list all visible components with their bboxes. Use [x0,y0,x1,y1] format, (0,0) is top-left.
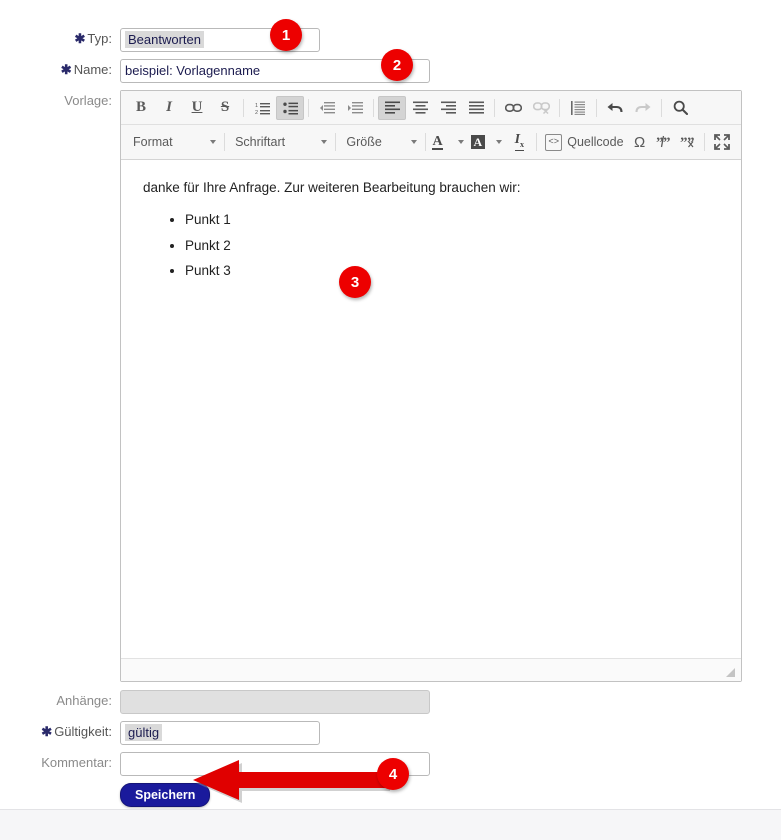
bold-icon[interactable]: B [127,96,155,120]
editor-bullet-list: Punkt 1 Punkt 2 Punkt 3 [143,210,719,281]
list-item: Punkt 2 [185,236,719,256]
gueltigkeit-select[interactable]: gültig [120,721,320,745]
field-row-anhaenge: Anhänge: [0,690,781,714]
callout-badge-1-label: 1 [281,26,291,44]
toolbar-separator [424,133,426,151]
annotation-arrow [193,760,390,803]
toolbar-separator [335,133,337,151]
label-gueltigkeit-text: Gültigkeit: [54,724,112,739]
blockquote-icon[interactable] [564,96,592,120]
chevron-down-icon [457,140,464,144]
rich-text-editor: B I U S 12 Format Schriftart Größe A A I… [120,90,742,682]
editor-toolbar-row-2: Format Schriftart Größe A A Ix <> Quellc… [121,125,741,160]
chevron-down-icon [321,140,328,144]
template-edit-page: ✱ Typ: Beantworten ✱ Name: beispiel: Vorla… [0,0,781,840]
toolbar-separator [536,133,538,151]
label-name-text: Name: [73,62,112,77]
decrease-indent-icon[interactable] [313,96,341,120]
align-right-icon[interactable] [434,96,462,120]
align-justify-icon[interactable] [462,96,490,120]
editor-toolbar-row-1: B I U S 12 [121,91,741,125]
special-character-icon[interactable]: Ω [628,130,652,154]
text-color-icon[interactable]: A [429,131,467,153]
size-dropdown[interactable]: Größe [340,131,420,153]
numbered-list-icon[interactable]: 12 [248,96,276,120]
italic-icon[interactable]: I [155,96,183,120]
underline-icon[interactable]: U [183,96,211,120]
required-marker-typ: ✱ [74,31,86,46]
increase-indent-icon[interactable] [341,96,369,120]
label-vorlage: Vorlage: [64,93,112,108]
label-anhaenge: Anhänge: [56,693,112,708]
label-typ-text: Typ: [87,31,112,46]
font-dropdown-label: Schriftart [235,135,286,149]
remove-format-icon[interactable]: Ix [506,130,532,154]
editor-footer [121,658,741,681]
link-icon[interactable] [499,96,527,120]
svg-text:”: ” [687,135,695,149]
toolbar-separator [243,98,244,117]
redo-icon [629,96,657,120]
source-code-button[interactable]: <> Quellcode [541,131,627,153]
toolbar-separator [661,98,662,117]
toolbar-separator [224,133,226,151]
label-typ: ✱ Typ: [0,28,120,50]
toolbar-separator [308,98,309,117]
bulleted-list-icon[interactable] [276,95,304,120]
align-center-icon[interactable] [406,96,434,120]
toolbar-separator [596,98,597,117]
form-container: ✱ Typ: Beantworten ✱ Name: beispiel: Vorla… [0,0,781,807]
editor-paragraph: danke für Ihre Anfrage. Zur weiteren Bea… [143,180,521,195]
format-dropdown[interactable]: Format [127,131,220,153]
anhaenge-input [120,690,430,714]
toolbar-separator [559,98,560,117]
remove-quote-icon[interactable]: ”” [676,130,700,154]
callout-badge-4-label: 4 [388,765,398,783]
source-code-icon: <> [545,133,563,151]
undo-icon[interactable] [601,96,629,120]
font-dropdown[interactable]: Schriftart [229,131,331,153]
omega-glyph: Ω [634,133,646,151]
format-dropdown-label: Format [133,135,173,149]
toolbar-separator [494,98,495,117]
source-code-label: Quellcode [567,135,624,149]
toolbar-separator [704,133,705,151]
list-item: Punkt 3 [185,261,719,281]
field-row-gueltigkeit: ✱ Gültigkeit: gültig [0,721,781,745]
resize-handle-icon[interactable] [726,668,735,677]
typ-value: Beantworten [125,31,204,48]
chevron-down-icon [410,140,417,144]
field-row-typ: ✱ Typ: Beantworten [0,28,781,52]
list-item: Punkt 1 [185,210,719,230]
toolbar-separator [373,98,374,117]
strikethrough-icon[interactable]: S [211,96,239,120]
callout-badge-2-label: 2 [392,56,402,74]
page-footer-bar [0,809,781,840]
svg-text:1: 1 [255,103,258,109]
required-marker-gueltigkeit: ✱ [41,724,53,739]
align-left-icon[interactable] [378,95,406,120]
svg-text:2: 2 [255,110,258,115]
find-icon[interactable] [666,96,694,120]
label-name: ✱ Name: [0,59,120,81]
callout-badge-4: 4 [377,758,409,790]
svg-text:”: ” [663,135,671,149]
callout-badge-3-label: 3 [350,273,360,291]
editor-content-area[interactable]: danke für Ihre Anfrage. Zur weiteren Bea… [121,160,741,658]
callout-badge-3: 3 [339,266,371,298]
unlink-icon [527,96,555,120]
maximize-icon[interactable] [709,130,735,154]
callout-badge-2: 2 [381,49,413,81]
insert-quote-icon[interactable]: ”” [652,130,676,154]
gueltigkeit-value: gültig [125,724,163,741]
required-marker-name: ✱ [60,62,72,77]
chevron-down-icon [496,140,503,144]
size-dropdown-label: Größe [346,135,382,149]
chevron-down-icon [210,140,217,144]
callout-badge-1: 1 [270,19,302,51]
field-row-vorlage: Vorlage: B I U S 12 Format Schriftart Gr… [0,90,781,682]
background-color-icon[interactable]: A [468,131,506,153]
label-kommentar: Kommentar: [41,755,112,770]
label-gueltigkeit: ✱ Gültigkeit: [0,721,120,743]
